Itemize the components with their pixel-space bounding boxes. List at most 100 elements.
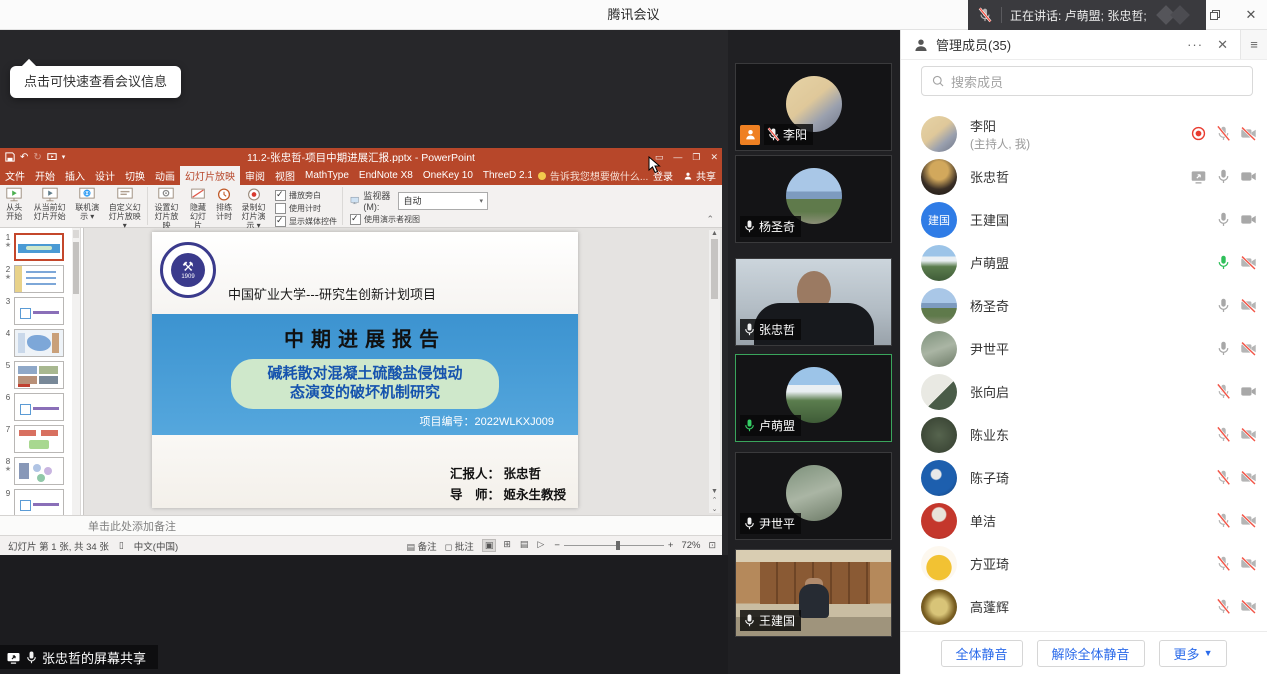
member-mic-icon[interactable] [1215,512,1232,529]
zoom-control[interactable]: −+ [554,540,673,551]
ppt-menu-tab[interactable]: MathType [300,166,354,185]
present-online-button[interactable]: 联机演示 ▾ [71,187,104,221]
member-row[interactable]: 陈业东 [901,413,1267,456]
fit-to-window-icon[interactable]: ⊡ [708,540,716,551]
member-row[interactable]: 李阳 (主持人, 我) [901,112,1267,155]
slide-thumbnail[interactable]: 7★ [2,425,83,453]
member-mic-icon[interactable] [1215,168,1232,185]
member-mic-icon[interactable] [1215,555,1232,572]
quick-access-toolbar[interactable]: ↶ ↻ ▾ [5,152,65,163]
member-camera-icon[interactable] [1240,598,1257,615]
comments-toggle[interactable]: ◻ 批注 [445,539,474,553]
member-mic-icon[interactable] [1215,254,1232,271]
from-current-button[interactable]: 从当前幻灯片开始 [28,187,70,221]
ppt-menu-tab[interactable]: 插入 [60,166,90,185]
member-camera-icon[interactable] [1240,168,1257,185]
member-row[interactable]: 建国 王建国 [901,198,1267,241]
member-camera-icon[interactable] [1240,211,1257,228]
collapse-ribbon-icon[interactable]: ⌃ [706,214,714,225]
mute-all-button[interactable]: 全体静音 [941,640,1023,667]
member-mic-icon[interactable] [1215,469,1232,486]
from-start-button[interactable]: 从头开始 [0,187,28,221]
slide-thumbnail[interactable]: 5★ [2,361,83,389]
redo-icon[interactable]: ↻ [33,152,41,163]
member-camera-icon[interactable] [1240,340,1257,357]
undo-icon[interactable]: ↶ [20,152,28,163]
ppt-menu-tab[interactable]: 文件 [0,166,30,185]
member-camera-icon[interactable] [1240,254,1257,271]
ppt-menu-tab[interactable]: 设计 [90,166,120,185]
notes-toggle[interactable]: ▤ 备注 [407,539,437,553]
zoom-level[interactable]: 72% [681,540,700,551]
record-slideshow-button[interactable]: 录制幻灯片演示 ▾ [236,187,271,231]
slide-thumbnail[interactable]: 1★ [2,233,83,261]
notes-area[interactable]: 单击此处添加备注 [0,515,722,535]
language-label[interactable]: 中文(中国) [134,539,178,553]
member-camera-icon[interactable] [1240,469,1257,486]
member-row[interactable]: 陈子琦 [901,456,1267,499]
ppt-menu-tab[interactable]: 开始 [30,166,60,185]
panel-menu-icon[interactable]: ≡ [1240,30,1267,59]
member-mic-icon[interactable] [1215,383,1232,400]
unmute-all-button[interactable]: 解除全体静音 [1037,640,1145,667]
play-narrations-checkbox[interactable]: 播放旁白 [275,190,337,201]
slide-thumbnail[interactable]: 9★ [2,489,83,515]
slide[interactable]: ⚒1909 中国矿业大学---研究生创新计划项目 中期进展报告 碱耗散对混凝土硫… [152,232,578,508]
spellcheck-icon[interactable]: ▯ [119,540,124,551]
member-camera-icon[interactable] [1240,512,1257,529]
setup-slideshow-button[interactable]: 设置幻灯片放映 [149,187,184,231]
rehearse-timings-button[interactable]: 排练计时 [212,187,236,221]
member-row[interactable]: 单洁 [901,499,1267,542]
ppt-menu-tab[interactable]: 幻灯片放映 [180,166,240,185]
member-mic-icon[interactable] [1215,211,1232,228]
member-camera-icon[interactable] [1240,125,1257,142]
show-media-controls-checkbox[interactable]: 显示媒体控件 [275,216,337,227]
more-options-icon[interactable]: ··· [1187,37,1203,52]
monitor-select[interactable]: 自动▾ [398,192,488,210]
member-row[interactable]: 高蓬辉 [901,585,1267,628]
view-switcher[interactable]: ▣⊞▤▷ [482,539,547,552]
member-camera-icon[interactable] [1240,297,1257,314]
video-tile[interactable]: 尹世平 [735,452,892,540]
close-window-button[interactable]: ✕ [1241,5,1261,25]
ppt-menu-tab[interactable]: ThreeD 2.1 [478,166,532,185]
video-tile[interactable]: 张忠哲 [735,258,892,346]
tell-me-box[interactable]: 告诉我您想要做什么... [532,166,653,185]
ppt-menu-tab[interactable]: OneKey 10 [418,166,478,185]
video-tile[interactable]: 杨圣奇 [735,155,892,243]
member-row[interactable]: 张忠哲 [901,155,1267,198]
member-mic-icon[interactable] [1215,598,1232,615]
member-mic-icon[interactable] [1215,297,1232,314]
video-tile[interactable]: 王建国 [735,549,892,637]
slide-thumbnail[interactable]: 3★ [2,297,83,325]
use-presenter-view-checkbox[interactable]: 使用演示者视图 [350,214,420,225]
close-panel-icon[interactable]: ✕ [1217,37,1228,53]
ppt-share-button[interactable]: 共享 [683,168,716,183]
slide-scrollbar[interactable]: ▲ ▼⌃⌄ [709,230,720,513]
more-button[interactable]: 更多▼ [1159,640,1228,667]
ppt-menu-tab[interactable]: 视图 [270,166,300,185]
member-row[interactable]: 张向启 [901,370,1267,413]
slide-thumbnail[interactable]: 2★ [2,265,83,293]
member-camera-icon[interactable] [1240,555,1257,572]
video-tile[interactable]: 卢萌盟 [735,354,892,442]
member-row[interactable]: 方亚琦 [901,542,1267,585]
customize-qat-icon[interactable]: ▾ [62,153,66,161]
thumbnails-scrollbar[interactable] [72,228,81,515]
restore-window-button[interactable] [1205,5,1225,25]
hide-slide-button[interactable]: 隐藏幻灯片 [184,187,212,231]
member-camera-icon[interactable] [1240,383,1257,400]
ppt-menu-tab[interactable]: 动画 [150,166,180,185]
slide-thumbnail[interactable]: 4★ [2,329,83,357]
slide-thumbnail[interactable]: 8★ [2,457,83,485]
meeting-info-tooltip[interactable]: 点击可快速查看会议信息 [10,66,181,98]
member-camera-icon[interactable] [1240,426,1257,443]
member-row[interactable]: 杨圣奇 [901,284,1267,327]
member-mic-icon[interactable] [1215,426,1232,443]
member-row[interactable]: 卢萌盟 [901,241,1267,284]
slide-thumbnail[interactable]: 6★ [2,393,83,421]
member-mic-icon[interactable] [1215,340,1232,357]
member-mic-icon[interactable] [1215,125,1232,142]
ppt-menu-tab[interactable]: EndNote X8 [354,166,418,185]
custom-show-button[interactable]: 自定义幻灯片放映 ▾ [104,187,146,231]
